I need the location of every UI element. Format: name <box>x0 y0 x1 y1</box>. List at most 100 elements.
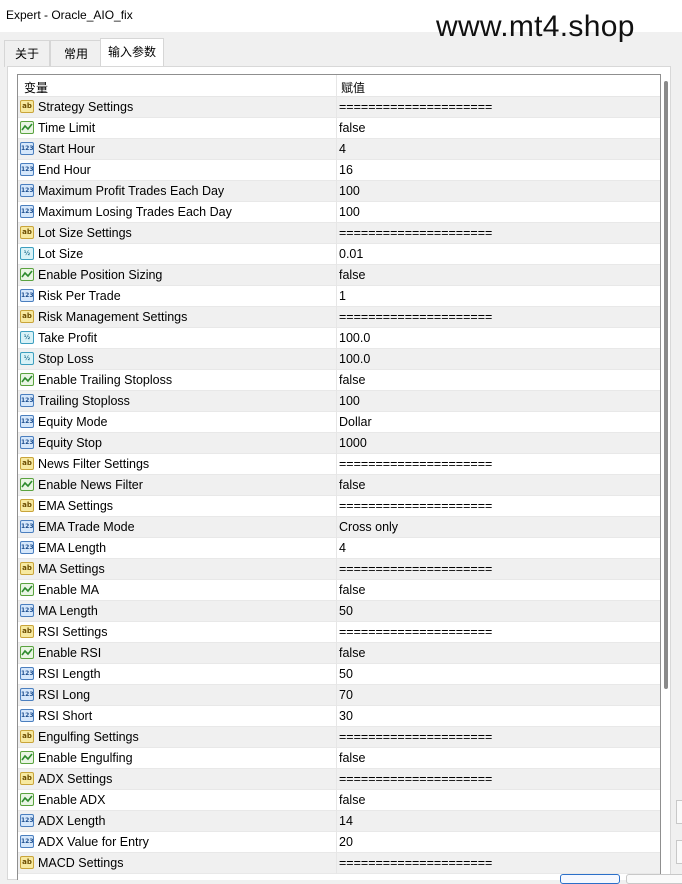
header-variable[interactable]: 变量 <box>24 79 48 96</box>
table-row[interactable]: ab Risk Management Settings ==============… <box>18 307 660 328</box>
string-icon: ab <box>20 730 34 743</box>
table-row[interactable]: ab MA Settings ===================== <box>18 559 660 580</box>
table-row[interactable]: ab EMA Settings ===================== <box>18 496 660 517</box>
table-row[interactable]: 123 Equity Stop 1000 <box>18 433 660 454</box>
value-cell[interactable]: false <box>339 268 365 282</box>
table-row[interactable]: ½ Lot Size 0.01 <box>18 244 660 265</box>
table-row[interactable]: ab RSI Settings ===================== <box>18 622 660 643</box>
value-cell[interactable]: ===================== <box>339 730 492 744</box>
column-divider <box>336 265 337 286</box>
value-cell[interactable]: ===================== <box>339 226 492 240</box>
column-divider <box>336 790 337 811</box>
column-divider <box>336 160 337 181</box>
table-row[interactable]: 123 ADX Length 14 <box>18 811 660 832</box>
table-row[interactable]: ab MACD Settings ===================== <box>18 853 660 874</box>
value-cell[interactable]: 4 <box>339 541 346 555</box>
table-row[interactable]: Enable MA false <box>18 580 660 601</box>
table-row[interactable]: 123 Equity Mode Dollar <box>18 412 660 433</box>
table-row[interactable]: ab Lot Size Settings ===================== <box>18 223 660 244</box>
table-row[interactable]: ½ Stop Loss 100.0 <box>18 349 660 370</box>
column-divider <box>336 643 337 664</box>
table-row[interactable]: 123 Risk Per Trade 1 <box>18 286 660 307</box>
variable-name: Strategy Settings <box>38 100 134 114</box>
table-row[interactable]: Enable ADX false <box>18 790 660 811</box>
value-cell[interactable]: 4 <box>339 142 346 156</box>
value-cell[interactable]: ===================== <box>339 100 492 114</box>
value-cell[interactable]: 16 <box>339 163 353 177</box>
header-divider[interactable] <box>336 75 337 96</box>
table-row[interactable]: 123 EMA Length 4 <box>18 538 660 559</box>
table-row[interactable]: ab ADX Settings ===================== <box>18 769 660 790</box>
table-row[interactable]: Time Limit false <box>18 118 660 139</box>
cancel-button[interactable] <box>626 874 682 884</box>
column-divider <box>336 391 337 412</box>
value-cell[interactable]: ===================== <box>339 457 492 471</box>
value-cell[interactable]: false <box>339 121 365 135</box>
table-row[interactable]: Enable Trailing Stoploss false <box>18 370 660 391</box>
table-row[interactable]: ab Engulfing Settings ====================… <box>18 727 660 748</box>
tab-about[interactable]: 关于 <box>4 40 50 67</box>
table-row[interactable]: Enable News Filter false <box>18 475 660 496</box>
value-cell[interactable]: ===================== <box>339 625 492 639</box>
variable-name: Engulfing Settings <box>38 730 139 744</box>
string-icon: ab <box>20 457 34 470</box>
value-cell[interactable]: false <box>339 583 365 597</box>
value-cell[interactable]: 1 <box>339 289 346 303</box>
int-icon: 123 <box>20 814 34 827</box>
value-cell[interactable]: false <box>339 646 365 660</box>
ok-button[interactable] <box>560 874 620 884</box>
column-divider <box>336 622 337 643</box>
table-row[interactable]: ab News Filter Settings ==================… <box>18 454 660 475</box>
header-value[interactable]: 赋值 <box>341 79 365 96</box>
value-cell[interactable]: 100.0 <box>339 331 370 345</box>
tab-common[interactable]: 常用 <box>50 40 102 67</box>
value-cell[interactable]: false <box>339 478 365 492</box>
value-cell[interactable]: 14 <box>339 814 353 828</box>
value-cell[interactable]: false <box>339 751 365 765</box>
table-row[interactable]: 123 End Hour 16 <box>18 160 660 181</box>
column-divider <box>336 307 337 328</box>
variable-name: Take Profit <box>38 331 98 345</box>
value-cell[interactable]: false <box>339 373 365 387</box>
value-cell[interactable]: 30 <box>339 709 353 723</box>
value-cell[interactable]: 50 <box>339 667 353 681</box>
vertical-scrollbar[interactable] <box>664 81 668 689</box>
table-row[interactable]: Enable RSI false <box>18 643 660 664</box>
side-button[interactable] <box>676 800 682 824</box>
value-cell[interactable]: ===================== <box>339 499 492 513</box>
value-cell[interactable]: 100.0 <box>339 352 370 366</box>
table-row[interactable]: ½ Take Profit 100.0 <box>18 328 660 349</box>
value-cell[interactable]: ===================== <box>339 310 492 324</box>
table-row[interactable]: 123 Start Hour 4 <box>18 139 660 160</box>
value-cell[interactable]: ===================== <box>339 562 492 576</box>
value-cell[interactable]: 70 <box>339 688 353 702</box>
table-row[interactable]: 123 EMA Trade Mode Cross only <box>18 517 660 538</box>
value-cell[interactable]: 50 <box>339 604 353 618</box>
value-cell[interactable]: ===================== <box>339 856 492 870</box>
value-cell[interactable]: Dollar <box>339 415 372 429</box>
tab-inputs[interactable]: 输入参数 <box>100 38 164 67</box>
double-icon: ½ <box>20 352 34 365</box>
table-row[interactable]: 123 Trailing Stoploss 100 <box>18 391 660 412</box>
table-row[interactable]: 123 MA Length 50 <box>18 601 660 622</box>
value-cell[interactable]: 0.01 <box>339 247 363 261</box>
value-cell[interactable]: ===================== <box>339 772 492 786</box>
variable-name: Enable News Filter <box>38 478 143 492</box>
table-row[interactable]: ab Strategy Settings ===================== <box>18 97 660 118</box>
value-cell[interactable]: 20 <box>339 835 353 849</box>
table-row[interactable]: Enable Position Sizing false <box>18 265 660 286</box>
table-row[interactable]: 123 ADX Value for Entry 20 <box>18 832 660 853</box>
table-row[interactable]: Enable Engulfing false <box>18 748 660 769</box>
table-row[interactable]: 123 RSI Short 30 <box>18 706 660 727</box>
value-cell[interactable]: Cross only <box>339 520 398 534</box>
table-row[interactable]: 123 Maximum Losing Trades Each Day 100 <box>18 202 660 223</box>
value-cell[interactable]: 100 <box>339 205 360 219</box>
value-cell[interactable]: 100 <box>339 184 360 198</box>
side-button[interactable] <box>676 840 682 864</box>
table-row[interactable]: 123 RSI Long 70 <box>18 685 660 706</box>
value-cell[interactable]: false <box>339 793 365 807</box>
value-cell[interactable]: 100 <box>339 394 360 408</box>
value-cell[interactable]: 1000 <box>339 436 367 450</box>
table-row[interactable]: 123 RSI Length 50 <box>18 664 660 685</box>
table-row[interactable]: 123 Maximum Profit Trades Each Day 100 <box>18 181 660 202</box>
